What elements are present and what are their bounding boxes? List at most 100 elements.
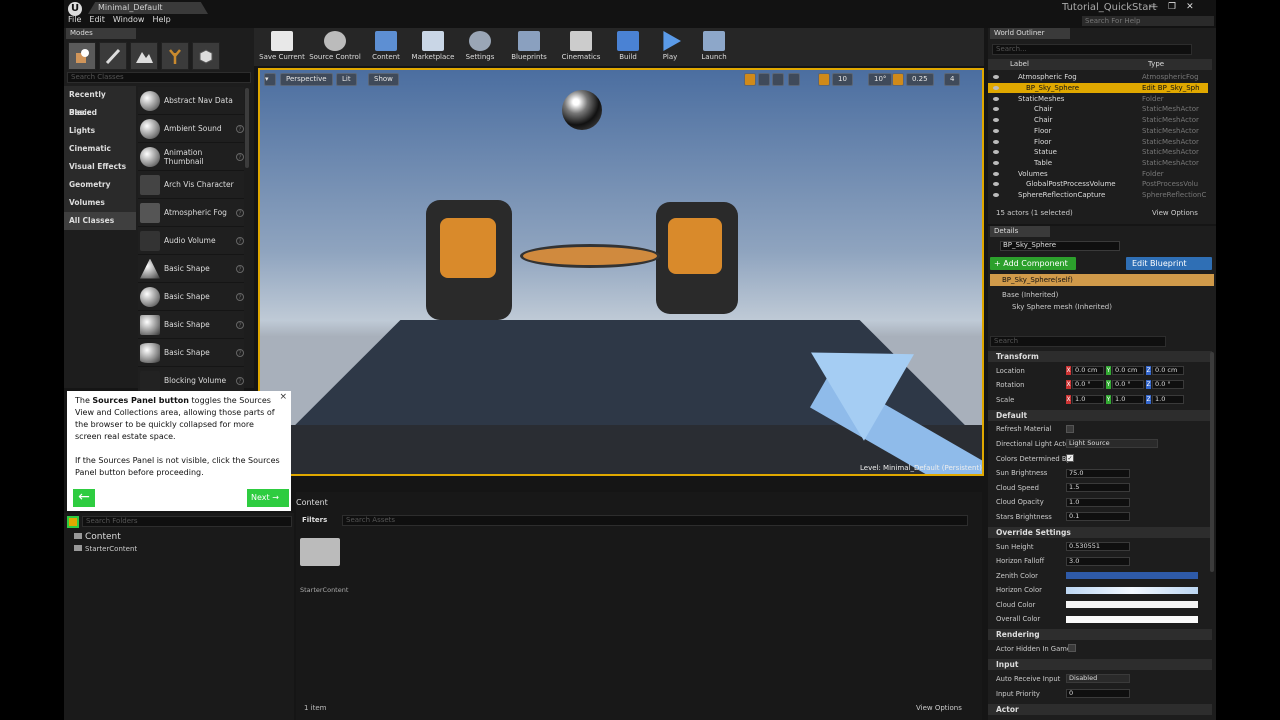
horizon-color-swatch[interactable] xyxy=(1066,587,1198,594)
class-item[interactable]: Audio Volume? xyxy=(138,227,244,255)
visibility-eye-icon[interactable] xyxy=(993,107,999,112)
launch-button[interactable]: Launch xyxy=(694,28,734,64)
visibility-eye-icon[interactable] xyxy=(993,150,999,155)
help-icon[interactable]: ? xyxy=(236,376,244,385)
rotate-icon[interactable] xyxy=(758,73,770,86)
colors-determined-checkbox[interactable]: ✓ xyxy=(1066,454,1074,462)
outliner-row[interactable]: Volumes Folder xyxy=(988,168,1208,179)
camera-speed-value[interactable]: 4 xyxy=(944,73,961,86)
view-options-button[interactable]: View Options xyxy=(916,704,962,712)
category-geometry[interactable]: Geometry xyxy=(64,176,136,194)
tutorial-next-button[interactable]: Next → xyxy=(247,489,289,507)
blueprints-button[interactable]: Blueprints xyxy=(506,28,552,64)
minimize-icon[interactable]: — xyxy=(1149,2,1158,12)
show-button[interactable]: Show xyxy=(368,73,399,86)
grid-snap-value[interactable]: 10 xyxy=(832,73,853,86)
stars-brightness-field[interactable]: 0.1 xyxy=(1066,512,1130,521)
source-control-button[interactable]: Source Control xyxy=(308,28,362,64)
visibility-eye-icon[interactable] xyxy=(993,75,999,80)
class-item[interactable]: Basic Shape? xyxy=(138,339,244,367)
marketplace-button[interactable]: Marketplace xyxy=(408,28,458,64)
folder-content[interactable]: Content xyxy=(74,532,121,542)
overall-color-swatch[interactable] xyxy=(1066,616,1198,623)
override-settings-section[interactable]: Override Settings xyxy=(988,527,1212,538)
geometry-mode-icon[interactable] xyxy=(192,42,220,70)
details-tab[interactable]: Details xyxy=(990,226,1050,237)
cloud-speed-field[interactable]: 1.5 xyxy=(1066,483,1130,492)
play-button[interactable]: Play xyxy=(652,28,688,64)
input-priority-field[interactable]: 0 xyxy=(1066,689,1130,698)
classes-scrollbar[interactable] xyxy=(245,88,249,168)
directional-light-dropdown[interactable]: Light Source xyxy=(1066,439,1158,448)
content-button[interactable]: Content xyxy=(366,28,406,64)
rotation-y-field[interactable]: 0.0 ° xyxy=(1112,380,1144,389)
build-button[interactable]: Build xyxy=(610,28,646,64)
class-item[interactable]: Abstract Nav Data xyxy=(138,87,244,115)
menu-window[interactable]: Window xyxy=(113,15,145,24)
refresh-material-checkbox[interactable] xyxy=(1066,425,1074,433)
rendering-section[interactable]: Rendering xyxy=(988,629,1212,640)
visibility-eye-icon[interactable] xyxy=(993,160,999,165)
category-lights[interactable]: Lights xyxy=(64,122,136,140)
category-all-classes[interactable]: All Classes xyxy=(64,212,136,230)
visibility-eye-icon[interactable] xyxy=(993,171,999,176)
visibility-eye-icon[interactable] xyxy=(993,139,999,144)
details-scrollbar[interactable] xyxy=(1210,352,1214,572)
class-item[interactable]: Atmospheric Fog? xyxy=(138,199,244,227)
visibility-eye-icon[interactable] xyxy=(993,193,999,198)
close-icon[interactable]: ✕ xyxy=(1186,2,1194,12)
auto-receive-input-dropdown[interactable]: Disabled xyxy=(1066,674,1130,683)
outliner-view-options[interactable]: View Options xyxy=(1152,209,1198,217)
settings-button[interactable]: Settings xyxy=(460,28,500,64)
grid-snap-icon[interactable] xyxy=(818,73,830,86)
class-item[interactable]: Basic Shape? xyxy=(138,255,244,283)
sun-height-field[interactable]: 0.530551 xyxy=(1066,542,1130,551)
class-item[interactable]: Arch Vis Character xyxy=(138,171,244,199)
place-mode-icon[interactable] xyxy=(68,42,96,70)
outliner-row[interactable]: SphereReflectionCapture SphereReflectionC xyxy=(988,190,1208,201)
category-volumes[interactable]: Volumes xyxy=(64,194,136,212)
base-component[interactable]: Base (Inherited) xyxy=(1002,291,1058,299)
starter-content-folder-icon[interactable] xyxy=(300,538,340,566)
outliner-row[interactable]: GlobalPostProcessVolume PostProcessVolu xyxy=(988,179,1208,190)
details-search-input[interactable]: Search xyxy=(990,336,1166,347)
landscape-mode-icon[interactable] xyxy=(130,42,158,70)
visibility-eye-icon[interactable] xyxy=(993,86,999,91)
content-path[interactable]: Content xyxy=(296,498,328,507)
level-viewport[interactable]: ▾ Perspective Lit Show 10 10° 0.25 4 Lev… xyxy=(258,68,984,476)
viewport-options-button[interactable]: ▾ xyxy=(264,73,276,86)
type-column-header[interactable]: Type xyxy=(1148,60,1164,68)
outliner-row[interactable]: StaticMeshes Folder xyxy=(988,93,1208,104)
cloud-color-swatch[interactable] xyxy=(1066,601,1198,608)
zenith-color-swatch[interactable] xyxy=(1066,572,1198,579)
class-item[interactable]: Basic Shape? xyxy=(138,311,244,339)
cloud-opacity-field[interactable]: 1.0 xyxy=(1066,498,1130,507)
search-folders-input[interactable]: Search Folders xyxy=(82,516,292,527)
scale-y-field[interactable]: 1.0 xyxy=(1112,395,1144,404)
visibility-eye-icon[interactable] xyxy=(993,182,999,187)
outliner-row[interactable]: Table StaticMeshActor xyxy=(988,158,1208,169)
help-icon[interactable]: ? xyxy=(236,320,244,329)
folder-starter-content[interactable]: StarterContent xyxy=(74,545,137,553)
search-classes-input[interactable]: Search Classes xyxy=(67,72,251,83)
location-x-field[interactable]: 0.0 cm xyxy=(1072,366,1104,375)
lit-button[interactable]: Lit xyxy=(336,73,357,86)
search-help-input[interactable]: Search For Help xyxy=(1082,16,1214,26)
scale-icon[interactable] xyxy=(772,73,784,86)
scale-z-field[interactable]: 1.0 xyxy=(1152,395,1184,404)
self-component[interactable]: BP_Sky_Sphere(self) xyxy=(990,274,1214,286)
outliner-row[interactable]: Floor StaticMeshActor xyxy=(988,136,1208,147)
help-icon[interactable]: ? xyxy=(236,208,244,217)
tooltip-close-icon[interactable]: × xyxy=(279,391,287,403)
sources-panel-button[interactable] xyxy=(67,516,79,528)
transform-section[interactable]: Transform xyxy=(988,351,1212,362)
class-item[interactable]: Animation Thumbnail? xyxy=(138,143,244,171)
foliage-mode-icon[interactable] xyxy=(161,42,189,70)
outliner-row[interactable]: Statue StaticMeshActor xyxy=(988,147,1208,158)
level-tab[interactable]: Minimal_Default xyxy=(88,2,208,14)
perspective-button[interactable]: Perspective xyxy=(280,73,333,86)
category-cinematic[interactable]: Cinematic xyxy=(64,140,136,158)
menu-edit[interactable]: Edit xyxy=(89,15,105,24)
scale-x-field[interactable]: 1.0 xyxy=(1072,395,1104,404)
outliner-row[interactable]: BP_Sky_Sphere Edit BP_Sky_Sph xyxy=(988,82,1208,94)
